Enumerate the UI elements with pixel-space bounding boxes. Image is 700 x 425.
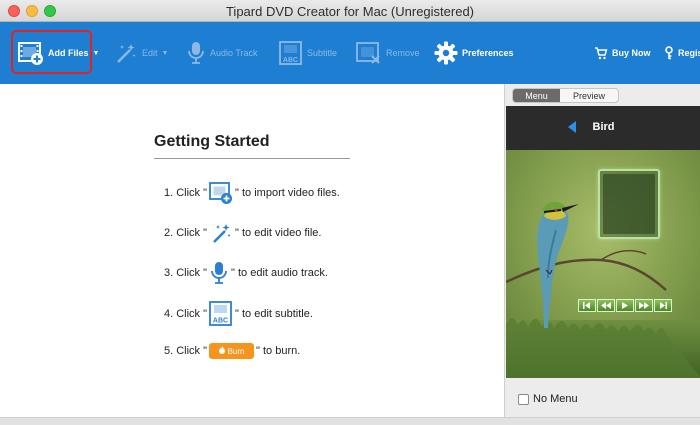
step-1: 1. Click " " to import video files. [164, 181, 340, 205]
no-menu-label[interactable]: No Menu [533, 393, 578, 405]
register-label: Regis [678, 48, 700, 58]
menu-navigation-controls [578, 299, 673, 312]
step-prefix: 3. Click " [164, 267, 208, 279]
subtitle-icon: ABC [279, 40, 303, 66]
menu-options-bar: No Menu [506, 378, 700, 417]
fast-forward-icon[interactable] [635, 299, 653, 312]
svg-text:ABC: ABC [283, 57, 298, 64]
edit-wand-icon [209, 221, 233, 245]
subtitle-label: Subtitle [307, 48, 338, 58]
add-files-icon [209, 181, 233, 205]
microphone-icon [209, 261, 229, 285]
microphone-icon [186, 40, 206, 66]
step-prefix: 4. Click " [164, 308, 208, 320]
step-suffix: " to edit audio track. [231, 267, 328, 279]
step-4: 4. Click " ABC " to edit subtitle. [164, 301, 313, 327]
window-title: Tipard DVD Creator for Mac (Unregistered… [225, 4, 475, 19]
title-divider [154, 158, 350, 159]
step-suffix: " to edit video file. [235, 227, 322, 239]
first-page-icon[interactable] [578, 299, 596, 312]
key-icon [664, 46, 674, 60]
menu-background-image [506, 150, 700, 378]
menu-preview-segmented-control: Menu Preview [512, 88, 619, 103]
subtitle-button[interactable]: ABC Subtitle [279, 22, 337, 84]
burn-example-button: Burn [209, 343, 255, 359]
tab-menu[interactable]: Menu [513, 89, 560, 102]
menu-template-title: Bird [592, 121, 615, 133]
tab-preview[interactable]: Preview [560, 89, 618, 102]
gear-icon [434, 41, 458, 65]
subtitle-icon: ABC [209, 301, 233, 327]
shopping-cart-icon [594, 46, 608, 60]
thumbnail-inner [603, 174, 655, 234]
menu-preview-panel: Menu Preview Bird No Menu [504, 84, 700, 417]
edit-wand-icon [114, 41, 138, 65]
buy-now-button[interactable]: Buy Now [594, 22, 651, 84]
title-bar: Tipard DVD Creator for Mac (Unregistered… [0, 0, 700, 22]
remove-label: Remove [386, 48, 420, 58]
edit-button[interactable]: Edit ▼ [114, 22, 168, 84]
getting-started-title: Getting Started [154, 133, 270, 150]
add-files-button[interactable]: Add Files ▼ [18, 22, 99, 84]
edit-label: Edit [142, 48, 158, 58]
step-suffix: " to edit subtitle. [235, 308, 313, 320]
step-prefix: 5. Click " [164, 345, 208, 357]
remove-icon [356, 40, 382, 66]
menu-thumbnail-frame[interactable] [598, 169, 660, 239]
last-page-icon[interactable] [654, 299, 672, 312]
step-2: 2. Click " " to edit video file. [164, 221, 321, 245]
rewind-icon[interactable] [597, 299, 615, 312]
add-files-label: Add Files [48, 48, 89, 58]
preferences-button[interactable]: Preferences [434, 22, 514, 84]
burn-label: Burn [227, 346, 245, 356]
add-files-icon [18, 40, 44, 66]
register-button[interactable]: Regis [664, 22, 700, 84]
status-bar [0, 417, 700, 425]
add-files-dropdown-icon[interactable]: ▼ [93, 50, 100, 57]
step-prefix: 2. Click " [164, 227, 208, 239]
toolbar: Add Files ▼ Edit ▼ Audio Track ABC Subti… [0, 22, 700, 84]
step-3: 3. Click " " to edit audio track. [164, 261, 328, 285]
step-5: 5. Click " Burn " to burn. [164, 343, 300, 359]
menu-template-header: Bird [506, 106, 700, 150]
step-suffix: " to burn. [256, 345, 301, 357]
svg-text:ABC: ABC [213, 318, 228, 325]
audio-track-label: Audio Track [210, 48, 258, 58]
remove-button[interactable]: Remove [356, 22, 420, 84]
no-menu-checkbox[interactable] [518, 394, 529, 405]
step-suffix: " to import video files. [235, 187, 340, 199]
buy-now-label: Buy Now [612, 48, 651, 58]
audio-track-button[interactable]: Audio Track [186, 22, 258, 84]
step-prefix: 1. Click " [164, 187, 208, 199]
edit-dropdown-icon[interactable]: ▼ [162, 50, 169, 57]
play-icon[interactable] [616, 299, 634, 312]
flame-icon [218, 346, 225, 356]
preferences-label: Preferences [462, 48, 514, 58]
getting-started-panel: Getting Started 1. Click " " to import v… [0, 84, 504, 417]
